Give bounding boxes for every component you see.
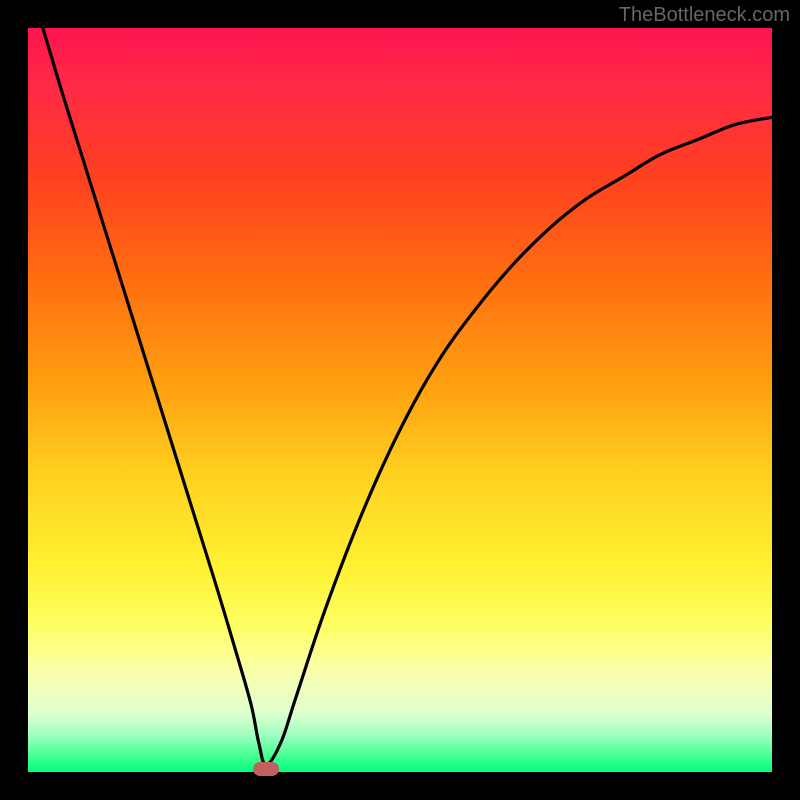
curve-svg [28,28,772,772]
watermark-text: TheBottleneck.com [619,4,790,27]
bottleneck-curve [43,28,772,765]
minimum-marker [253,762,279,776]
plot-area [28,28,772,772]
chart-container: TheBottleneck.com [0,0,800,800]
